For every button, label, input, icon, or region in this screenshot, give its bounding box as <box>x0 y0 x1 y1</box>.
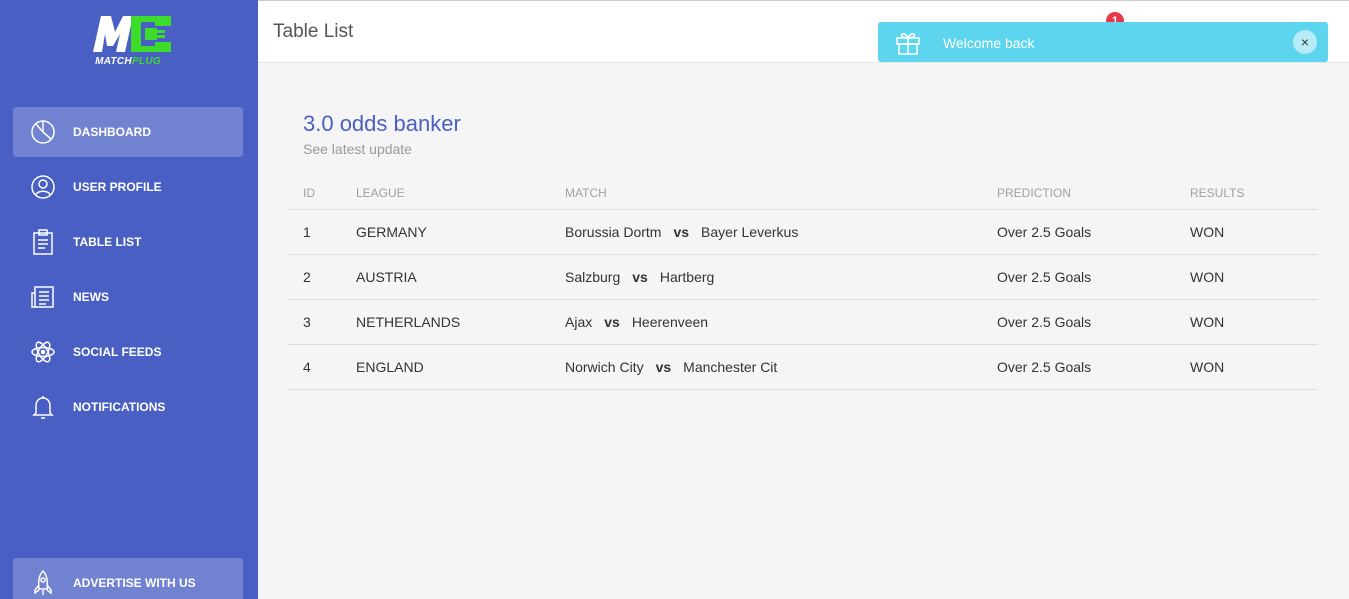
home-team: Borussia Dortm <box>565 223 662 240</box>
column-header-match: MATCH <box>565 178 997 210</box>
advertise-label: ADVERTISE WITH US <box>73 576 196 590</box>
cell-match: Ajax vs Heerenveen <box>565 299 997 345</box>
advertise-button[interactable]: ADVERTISE WITH US <box>13 558 243 599</box>
cell-league: GERMANY <box>356 209 565 255</box>
sidebar-item-social-feeds[interactable]: SOCIAL FEEDS <box>13 327 243 377</box>
column-header-results: RESULTS <box>1190 178 1318 210</box>
cell-match: Salzburg vs Hartberg <box>565 254 997 300</box>
sidebar-item-user-profile[interactable]: USER PROFILE <box>13 162 243 212</box>
sidebar-item-dashboard[interactable]: DASHBOARD <box>13 107 243 157</box>
column-header-prediction: PREDICTION <box>997 178 1190 210</box>
cell-league: NETHERLANDS <box>356 299 565 345</box>
odds-table: ID LEAGUE MATCH PREDICTION RESULTS 1 GER… <box>288 178 1318 390</box>
away-team: Bayer Leverkus <box>701 223 799 240</box>
logo-text-main: MATCH <box>95 56 132 67</box>
cell-league: ENGLAND <box>356 344 565 390</box>
home-team: Salzburg <box>565 268 621 285</box>
sidebar-item-label: USER PROFILE <box>73 180 162 194</box>
newspaper-icon <box>31 286 54 308</box>
home-team: Ajax <box>565 313 593 330</box>
sidebar: MATCHPLUG DASHBOARD USER PROFILE TABLE L… <box>0 0 258 599</box>
column-header-league: LEAGUE <box>356 178 565 210</box>
brand-logo[interactable]: MATCHPLUG <box>82 14 174 70</box>
vs-label: vs <box>604 313 620 330</box>
vs-label: vs <box>673 223 690 240</box>
cell-prediction: Over 2.5 Goals <box>997 254 1190 300</box>
sidebar-item-label: NEWS <box>73 290 109 304</box>
sidebar-item-table-list[interactable]: TABLE LIST <box>13 217 243 267</box>
cell-id: 2 <box>288 254 356 300</box>
sidebar-nav: DASHBOARD USER PROFILE TABLE LIST NEWS S… <box>13 107 243 437</box>
user-icon <box>31 175 55 199</box>
cell-result: WON <box>1190 299 1318 345</box>
atom-icon <box>31 341 55 363</box>
table-row: 4 ENGLAND Norwich City vs Manchester Cit O… <box>288 344 1318 390</box>
card-subtitle: See latest update <box>303 141 412 157</box>
cell-result: WON <box>1190 344 1318 390</box>
cell-match: Norwich City vs Manchester Cit <box>565 344 997 390</box>
welcome-toast: Welcome back × <box>878 22 1328 62</box>
card-title: 3.0 odds banker <box>303 111 461 136</box>
clipboard-icon <box>33 229 53 255</box>
table-row: 2 AUSTRIA Salzburg vs Hartberg Over 2.5 Go… <box>288 254 1318 300</box>
table-row: 3 NETHERLANDS Ajax vs Heerenveen Over 2.5 … <box>288 299 1318 345</box>
away-team: Manchester Cit <box>683 358 778 375</box>
cell-league: AUSTRIA <box>356 254 565 300</box>
cell-result: WON <box>1190 254 1318 300</box>
close-icon[interactable]: × <box>1293 30 1317 54</box>
toast-message: Welcome back <box>943 35 1035 51</box>
table-row: 1 GERMANY Borussia Dortm vs Bayer Leverkus… <box>288 209 1318 255</box>
logo-mark-icon <box>93 16 171 52</box>
cell-result: WON <box>1190 209 1318 255</box>
sidebar-item-label: DASHBOARD <box>73 125 151 139</box>
cell-prediction: Over 2.5 Goals <box>997 344 1190 390</box>
cell-id: 3 <box>288 299 356 345</box>
vs-label: vs <box>632 268 648 285</box>
sidebar-item-label: TABLE LIST <box>73 235 142 249</box>
home-team: Norwich City <box>565 358 644 375</box>
away-team: Heerenveen <box>631 313 709 330</box>
bell-icon <box>32 396 54 419</box>
cell-match: Borussia Dortm vs Bayer Leverkus <box>565 209 997 255</box>
cell-id: 1 <box>288 209 356 255</box>
sidebar-item-notifications[interactable]: NOTIFICATIONS <box>13 382 243 432</box>
cell-id: 4 <box>288 344 356 390</box>
gift-icon <box>896 33 920 55</box>
logo-text-accent: PLUG <box>131 56 161 67</box>
pie-chart-icon <box>31 120 55 144</box>
rocket-icon <box>34 569 52 595</box>
cell-prediction: Over 2.5 Goals <box>997 209 1190 255</box>
page-title: Table List <box>273 21 354 42</box>
column-header-id: ID <box>288 178 356 210</box>
vs-label: vs <box>655 358 672 375</box>
cell-prediction: Over 2.5 Goals <box>997 299 1190 345</box>
away-team: Hartberg <box>659 268 715 285</box>
sidebar-item-news[interactable]: NEWS <box>13 272 243 322</box>
sidebar-item-label: SOCIAL FEEDS <box>73 345 162 359</box>
sidebar-item-label: NOTIFICATIONS <box>73 400 166 414</box>
table-header-row: ID LEAGUE MATCH PREDICTION RESULTS <box>288 178 1318 210</box>
logo-text: MATCHPLUG <box>82 56 174 67</box>
